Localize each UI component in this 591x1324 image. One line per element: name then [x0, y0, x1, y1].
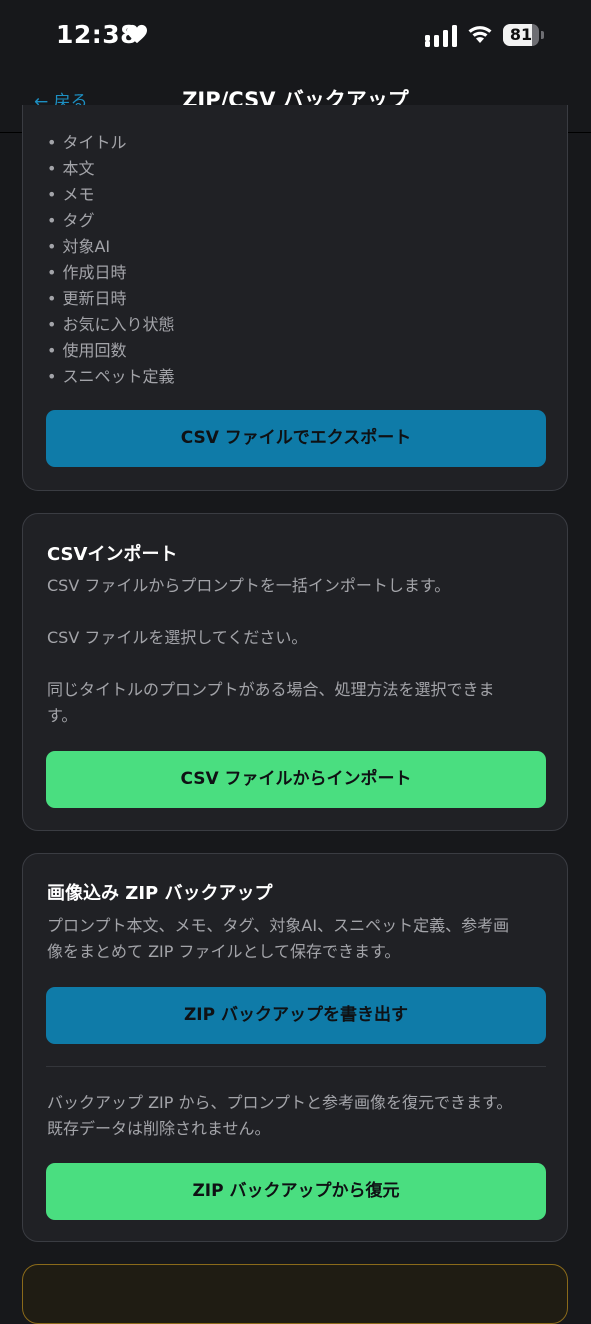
bullet-icon: • [47, 341, 57, 360]
export-field-list: • タイトル • 本文 • メモ • タグ • 対象AI • 作成日時 • 更新日時 • お気に入り状態 • 使用… [47, 130, 174, 390]
csv-import-button[interactable]: CSV ファイルからインポート [46, 751, 546, 808]
export-field-item: • タイトル [47, 130, 174, 156]
export-field-label: 使用回数 [62, 341, 127, 360]
bullet-icon: • [47, 211, 57, 230]
bullet-icon: • [47, 367, 57, 386]
export-field-label: 対象AI [62, 237, 111, 256]
export-field-item: • 対象AI [47, 234, 174, 260]
csv-export-button[interactable]: CSV ファイルでエクスポート [46, 410, 546, 467]
zip-backup-title: 画像込み ZIP バックアップ [47, 883, 273, 904]
csv-import-description: CSV ファイルからプロンプトを一括インポートします。 [47, 576, 451, 595]
export-field-item: • お気に入り状態 [47, 312, 174, 338]
zip-backup-card: 画像込み ZIP バックアップ プロンプト本文、メモ、タグ、対象AI、スニペット… [22, 853, 568, 1242]
divider [46, 1066, 546, 1067]
csv-import-duplicate-note-line2: す。 [47, 706, 78, 725]
bullet-icon: • [47, 133, 57, 152]
bullet-icon: • [47, 237, 57, 256]
export-field-label: メモ [62, 185, 95, 204]
export-field-label: 作成日時 [62, 263, 127, 282]
export-field-item: • 使用回数 [47, 338, 174, 364]
csv-import-title: CSVインポート [47, 544, 178, 565]
zip-restore-description-line2: 既存データは削除されません。 [47, 1119, 271, 1138]
export-field-item: • 本文 [47, 156, 174, 182]
bullet-icon: • [47, 185, 57, 204]
export-field-label: スニペット定義 [62, 367, 175, 386]
export-field-label: タグ [62, 211, 95, 230]
export-field-item: • タグ [47, 208, 174, 234]
zip-export-button[interactable]: ZIP バックアップを書き出す [46, 987, 546, 1044]
export-field-item: • メモ [47, 182, 174, 208]
bullet-icon: • [47, 159, 57, 178]
export-field-label: 本文 [62, 159, 95, 178]
csv-import-duplicate-note-line1: 同じタイトルのプロンプトがある場合、処理方法を選択できま [47, 680, 495, 699]
export-field-item: • 作成日時 [47, 260, 174, 286]
export-field-item: • 更新日時 [47, 286, 174, 312]
bullet-icon: • [47, 315, 57, 334]
battery-percent: 81 [509, 25, 533, 44]
status-bar: 12:38 81 [0, 0, 591, 70]
export-field-item: • スニペット定義 [47, 364, 174, 390]
heart-icon [127, 24, 147, 44]
cellular-signal-icon [425, 25, 457, 47]
battery-icon: 81 [503, 24, 545, 46]
csv-export-card: • タイトル • 本文 • メモ • タグ • 対象AI • 作成日時 • 更新日時 • お気に入り状態 • 使用… [22, 105, 568, 491]
export-field-label: タイトル [62, 133, 127, 152]
csv-import-card: CSVインポート CSV ファイルからプロンプトを一括インポートします。 CSV… [22, 513, 568, 831]
zip-restore-button[interactable]: ZIP バックアップから復元 [46, 1163, 546, 1220]
warning-card [22, 1264, 568, 1324]
zip-restore-description-line1: バックアップ ZIP から、プロンプトと参考画像を復元できます。 [47, 1093, 513, 1112]
wifi-icon [468, 26, 492, 43]
zip-backup-description-line2: 像をまとめて ZIP ファイルとして保存できます。 [47, 942, 401, 961]
export-field-label: 更新日時 [62, 289, 127, 308]
bullet-icon: • [47, 263, 57, 282]
bullet-icon: • [47, 289, 57, 308]
csv-import-instruction: CSV ファイルを選択してください。 [47, 628, 308, 647]
zip-backup-description-line1: プロンプト本文、メモ、タグ、対象AI、スニペット定義、参考画 [47, 916, 510, 935]
export-field-label: お気に入り状態 [62, 315, 175, 334]
